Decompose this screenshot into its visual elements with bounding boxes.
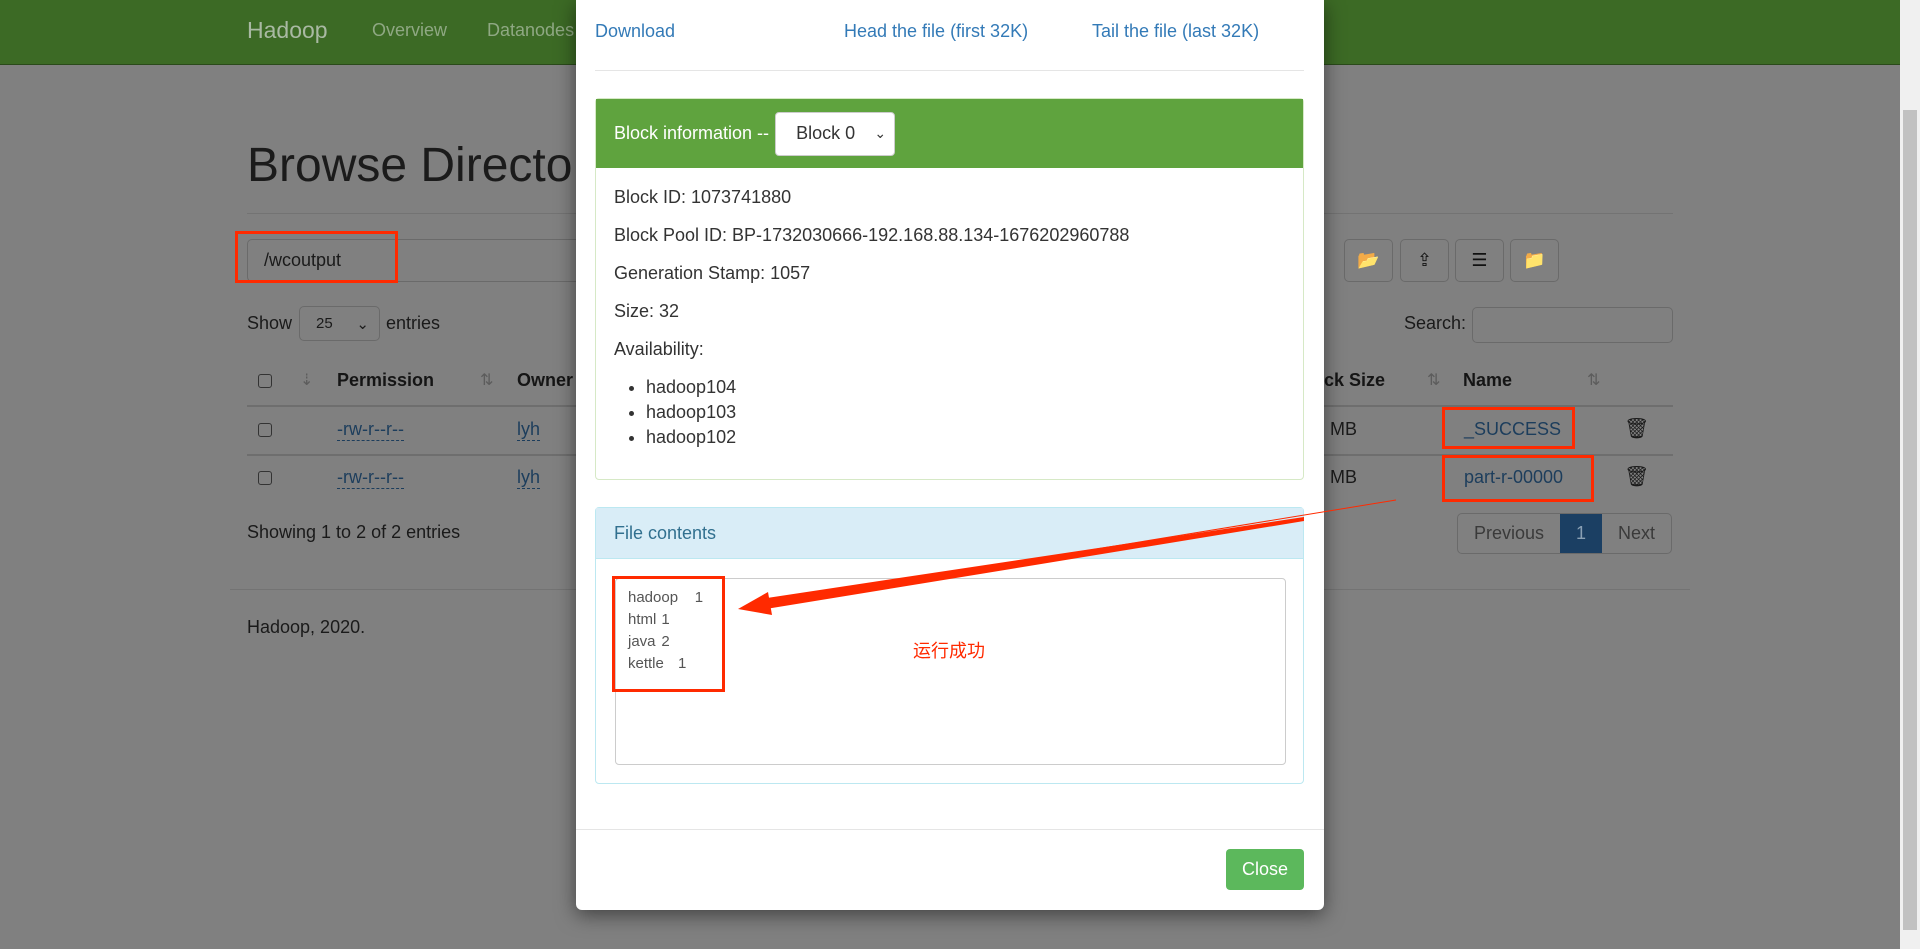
arrow-shaft xyxy=(760,517,1304,610)
annotation-arrow xyxy=(738,499,1397,615)
arrow-head xyxy=(738,592,772,615)
